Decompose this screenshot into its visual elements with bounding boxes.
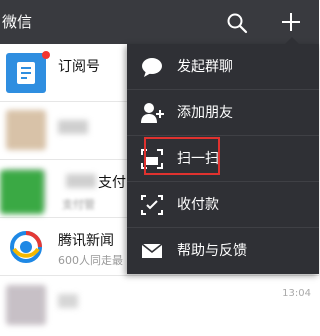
blurred-name bbox=[58, 294, 78, 308]
chat-name: 支付 bbox=[98, 175, 126, 191]
menu-item-label: 帮助与反馈 bbox=[177, 243, 247, 259]
payment-avatar bbox=[0, 170, 44, 214]
chat-bubble-icon bbox=[140, 56, 164, 78]
menu-item-payment[interactable]: 收付款 bbox=[127, 182, 319, 228]
add-friend-icon bbox=[140, 102, 164, 124]
blurred-name bbox=[66, 174, 96, 188]
scan-icon bbox=[140, 148, 164, 170]
avatar bbox=[6, 285, 46, 325]
payment-icon bbox=[140, 194, 164, 216]
mail-icon bbox=[140, 240, 164, 262]
menu-item-label: 添加朋友 bbox=[177, 105, 233, 121]
chat-name: 腾讯新闻 bbox=[58, 233, 114, 249]
subscription-avatar bbox=[6, 53, 46, 93]
menu-item-label: 扫一扫 bbox=[177, 151, 219, 167]
unread-dot bbox=[42, 51, 50, 59]
blurred-name bbox=[58, 120, 88, 134]
plus-icon[interactable] bbox=[279, 10, 303, 34]
chat-preview: 600人同走最 bbox=[58, 254, 123, 267]
news-avatar bbox=[6, 227, 46, 267]
avatar bbox=[6, 110, 46, 150]
chat-row[interactable]: 13:04 bbox=[0, 276, 319, 336]
menu-item-scan[interactable]: 扫一扫 bbox=[127, 136, 319, 182]
menu-item-add-friend[interactable]: 添加朋友 bbox=[127, 90, 319, 136]
add-menu: 发起群聊 添加朋友 扫一扫 收付款 帮助与反馈 bbox=[127, 37, 319, 274]
search-icon[interactable] bbox=[225, 11, 249, 35]
menu-item-help-feedback[interactable]: 帮助与反馈 bbox=[127, 228, 319, 274]
menu-item-group-chat[interactable]: 发起群聊 bbox=[127, 44, 319, 90]
chat-time: 13:04 bbox=[282, 288, 311, 299]
chat-preview: 支付管 bbox=[62, 198, 95, 211]
chat-name: 订阅号 bbox=[58, 59, 100, 75]
menu-item-label: 收付款 bbox=[177, 197, 219, 213]
app-title: 微信 bbox=[2, 13, 33, 31]
top-bar: 微信 bbox=[0, 0, 319, 44]
menu-item-label: 发起群聊 bbox=[177, 59, 233, 75]
